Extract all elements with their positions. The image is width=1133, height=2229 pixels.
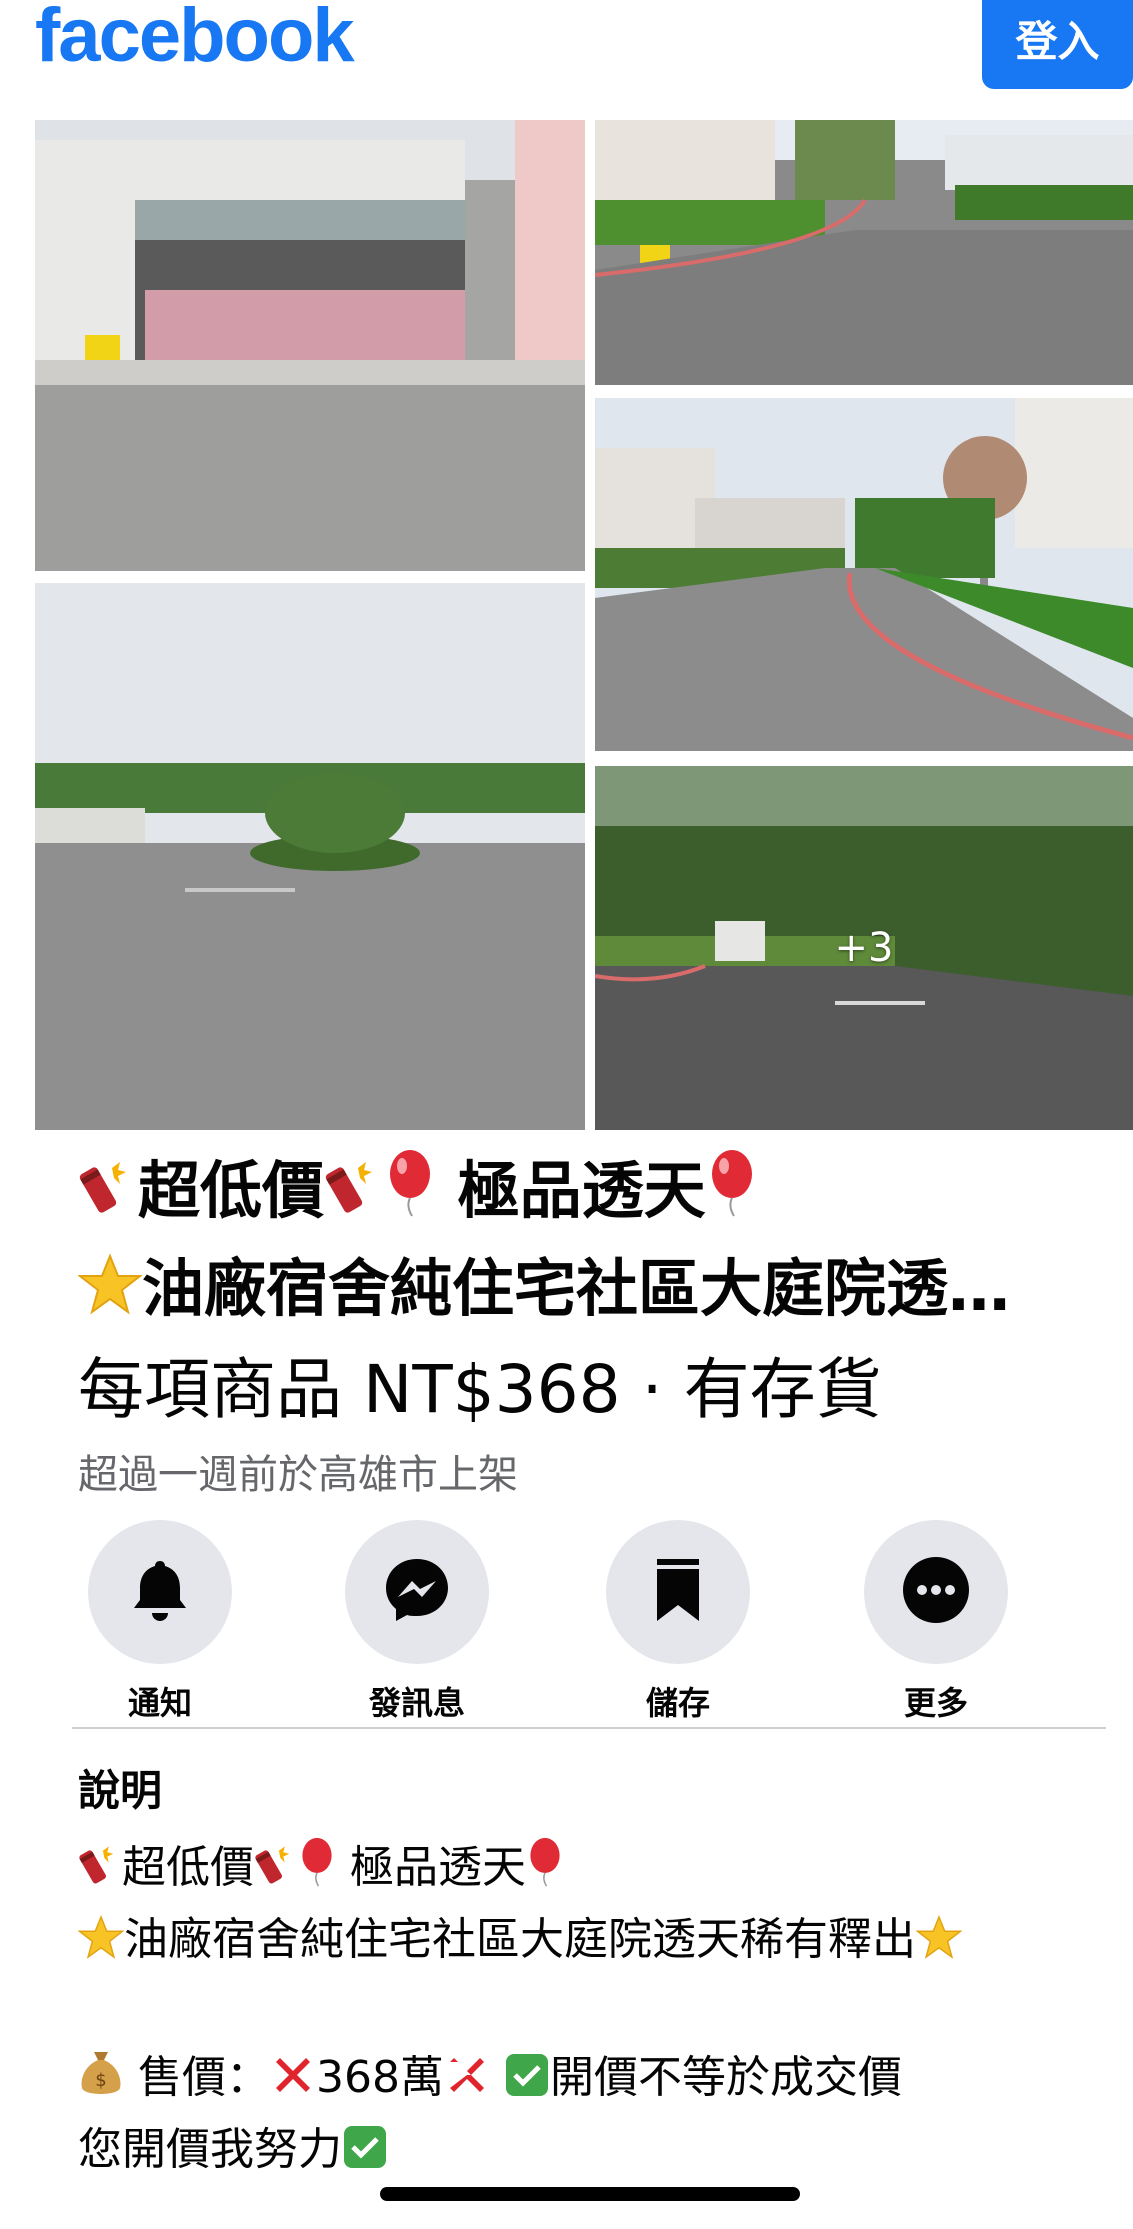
star-icon <box>77 1913 125 1979</box>
firecracker-icon <box>324 1151 384 1243</box>
more-photos-count: +3 <box>834 925 894 971</box>
desc-line-1a: 超低價 <box>122 1842 254 1893</box>
divider <box>72 1727 1106 1729</box>
bell-icon <box>130 1557 190 1627</box>
svg-text:$: $ <box>95 2070 106 2091</box>
balloon-icon <box>384 1148 436 1243</box>
more-dots-icon <box>901 1555 971 1629</box>
messenger-icon <box>382 1555 452 1629</box>
firecracker-icon <box>78 1151 138 1243</box>
price-availability: 每項商品 NT$368 · 有存貨 <box>78 1351 882 1428</box>
listing-photo-2[interactable] <box>595 120 1133 385</box>
balloon-icon <box>526 1836 564 1907</box>
login-button[interactable]: 登入 <box>982 0 1133 89</box>
action-bar: 通知 發訊息 儲存 更多 <box>70 1520 1070 1730</box>
listing-photo-1[interactable] <box>35 120 585 571</box>
description-body: 超低價 極品透天 油廠宿舍純住宅社區大庭院透天稀有釋出 $ 售價： 368萬 開價… <box>77 1835 1078 2189</box>
listing-photo-5[interactable]: +3 <box>595 766 1133 1130</box>
title-text-3: 油廠宿舍純住宅社區大庭院透天稀有釋出 <box>142 1252 1068 1325</box>
save-button[interactable]: 儲存 <box>588 1520 768 1724</box>
cross-mark-icon <box>444 2051 490 2117</box>
message-label: 發訊息 <box>368 1684 465 1722</box>
listing-photo-3[interactable] <box>595 398 1133 751</box>
header: facebook 登入 <box>0 0 1133 95</box>
more-button[interactable]: 更多 <box>846 1520 1026 1724</box>
balloon-icon <box>298 1836 336 1907</box>
facebook-logo[interactable]: facebook <box>35 0 355 79</box>
desc-line-1b: 極品透天 <box>350 1842 526 1893</box>
message-button[interactable]: 發訊息 <box>327 1520 507 1724</box>
desc-line-4: 您開價我努力 <box>78 2124 342 2175</box>
notify-button[interactable]: 通知 <box>70 1520 250 1724</box>
star-icon <box>78 1249 143 1341</box>
title-text-1: 超低價 <box>138 1154 325 1227</box>
desc-line-2: 油廠宿舍純住宅社區大庭院透天稀有釋出 <box>124 1914 916 1965</box>
firecracker-icon <box>78 1840 122 1907</box>
check-mark-icon <box>342 2123 388 2189</box>
description-heading: 說明 <box>78 1766 163 1815</box>
check-mark-icon <box>504 2051 550 2117</box>
home-indicator[interactable] <box>380 2187 800 2201</box>
desc-line-3b: 368萬 <box>316 2052 444 2103</box>
desc-line-3a: 售價： <box>138 2052 270 2103</box>
star-icon <box>915 1913 963 1979</box>
listing-title: 超低價 極品透天 油廠宿舍純住宅社區大庭院透天稀有釋出 <box>78 1145 1068 1341</box>
cross-mark-icon <box>270 2051 316 2117</box>
listing-photo-4[interactable] <box>35 583 585 1130</box>
desc-line-3c: 開價不等於成交價 <box>549 2052 902 2103</box>
balloon-icon <box>706 1148 758 1243</box>
money-bag-icon: $ <box>78 2048 124 2117</box>
more-label: 更多 <box>903 1684 968 1722</box>
bookmark-icon <box>653 1557 703 1627</box>
notify-label: 通知 <box>127 1684 192 1722</box>
save-label: 儲存 <box>645 1684 710 1722</box>
listed-time-location: 超過一週前於高雄市上架 <box>78 1452 518 1498</box>
title-text-2: 極品透天 <box>457 1154 706 1227</box>
firecracker-icon <box>254 1840 298 1907</box>
